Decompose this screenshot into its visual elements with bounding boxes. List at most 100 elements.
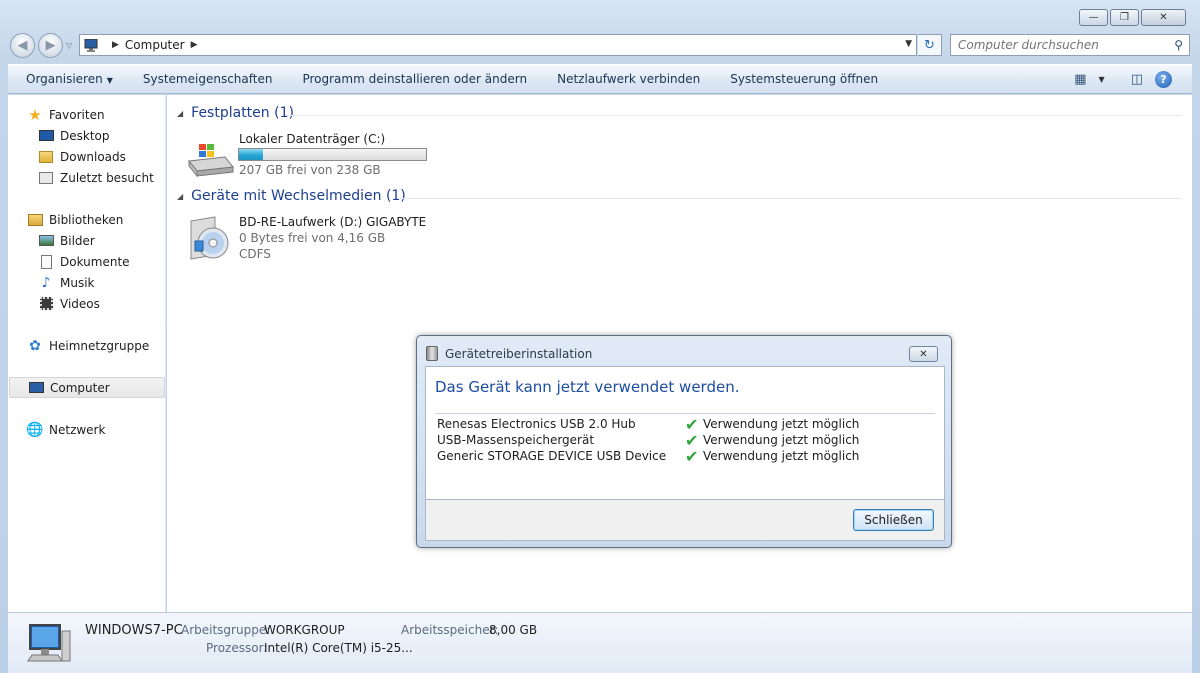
drive-c-usage-bar (238, 148, 427, 161)
sidebar-item-music[interactable]: ♪ Musik (38, 272, 95, 293)
group-header-hard-disks[interactable]: ◢ Festplatten (1) (177, 105, 294, 121)
sidebar-item-recent[interactable]: Zuletzt besucht (38, 167, 154, 188)
homegroup-icon: ✿ (29, 337, 41, 354)
back-arrow-icon: ◀ (17, 38, 28, 53)
breadcrumb-computer[interactable]: Computer (125, 38, 185, 52)
view-options-chevron-down-icon[interactable]: ▼ (1099, 75, 1105, 84)
sidebar-item-network[interactable]: 🌐 Netzwerk (26, 419, 106, 440)
computer-icon (84, 38, 98, 52)
dialog-title: Gerätetreiberinstallation (445, 347, 593, 361)
view-controls: ▦ ▼ ◫ ? (1074, 71, 1172, 88)
workgroup-value: WORKGROUP (264, 623, 345, 637)
driver-install-dialog: Gerätetreiberinstallation ✕ Das Gerät ka… (416, 335, 952, 548)
collapse-triangle-icon[interactable]: ◢ (177, 192, 183, 201)
address-dropdown-icon[interactable]: ▼ (905, 39, 912, 49)
organize-label: Organisieren (26, 72, 103, 86)
processor-value: Intel(R) Core(TM) i5-25... (264, 641, 413, 655)
workgroup-label: Arbeitsgruppe: (181, 623, 271, 637)
bd-drive-icon (190, 216, 229, 260)
forward-arrow-icon: ▶ (45, 38, 56, 53)
search-icon[interactable]: ⚲ (1174, 38, 1183, 52)
drive-c-free-space: 207 GB frei von 238 GB (239, 163, 381, 177)
chevron-down-icon: ▼ (106, 76, 113, 85)
film-strip-icon (38, 296, 54, 312)
maximize-button[interactable]: ❐ (1110, 9, 1139, 26)
back-button[interactable]: ◀ (10, 33, 35, 58)
group-header-removable[interactable]: ◢ Geräte mit Wechselmedien (1) (177, 188, 406, 204)
recent-places-icon (38, 170, 54, 186)
sidebar-item-downloads[interactable]: Downloads (38, 146, 126, 167)
computer-large-icon (27, 624, 71, 662)
sidebar-item-homegroup[interactable]: ✿ Heimnetzgruppe (27, 335, 149, 356)
sidebar-item-label: Bilder (60, 233, 95, 248)
sidebar-item-label: Heimnetzgruppe (49, 338, 150, 353)
close-window-button[interactable]: ✕ (1141, 9, 1186, 26)
organize-button[interactable]: Organisieren ▼ (26, 72, 113, 86)
drive-c-usage-fill (239, 149, 264, 160)
computer-icon (28, 380, 44, 396)
caption-buttons: — ❐ ✕ (1079, 9, 1186, 26)
navigation-pane: ★ Favoriten Desktop Downloads Zuletzt be… (8, 95, 166, 612)
sidebar-item-desktop[interactable]: Desktop (38, 125, 110, 146)
forward-button[interactable]: ▶ (38, 33, 63, 58)
sidebar-item-label: Netzwerk (49, 422, 106, 437)
group-divider (287, 115, 1182, 116)
close-icon: ✕ (1159, 12, 1168, 23)
pictures-icon (38, 233, 54, 249)
sidebar-item-pictures[interactable]: Bilder (38, 230, 95, 251)
desktop-icon (38, 128, 54, 144)
dialog-footer: Schließen (425, 500, 945, 541)
explorer-window: — ❐ ✕ ◀ ▶ ▽ ▶ Computer ▶ ▼ ↻ ⚲ Organisie… (0, 0, 1200, 673)
network-globe-icon: 🌐 (26, 421, 44, 438)
sidebar-item-documents[interactable]: Dokumente (38, 251, 130, 272)
breadcrumb-separator-icon[interactable]: ▶ (112, 40, 119, 50)
address-bar[interactable]: ▶ Computer ▶ ▼ (79, 34, 917, 56)
change-view-icon[interactable]: ▦ (1074, 72, 1086, 87)
minimize-icon: — (1088, 12, 1099, 23)
device-status: Verwendung jetzt möglich (703, 449, 860, 463)
system-properties-button[interactable]: Systemeigenschaften (143, 72, 273, 86)
search-box[interactable]: ⚲ (950, 34, 1190, 56)
sidebar-item-label: Computer (50, 380, 110, 395)
documents-icon (38, 254, 54, 270)
group-header-label: Festplatten (1) (191, 105, 294, 121)
sidebar-item-label: Videos (60, 296, 100, 311)
uninstall-program-button[interactable]: Programm deinstallieren oder ändern (302, 72, 527, 86)
pc-name: WINDOWS7-PC (85, 623, 183, 638)
refresh-icon: ↻ (924, 37, 935, 53)
sidebar-item-favorites[interactable]: ★ Favoriten (27, 104, 104, 125)
group-header-label: Geräte mit Wechselmedien (1) (191, 188, 406, 204)
dialog-body: Das Gerät kann jetzt verwendet werden. R… (425, 366, 945, 500)
memory-label: Arbeitsspeicher: (401, 623, 499, 637)
dialog-divider (435, 413, 935, 414)
breadcrumb-separator-icon[interactable]: ▶ (191, 40, 198, 50)
checkmark-icon: ✔ (685, 447, 699, 466)
help-icon[interactable]: ? (1155, 71, 1172, 88)
preview-pane-icon[interactable]: ◫ (1131, 72, 1143, 87)
usb-device-icon (426, 346, 438, 361)
sidebar-item-libraries[interactable]: Bibliotheken (27, 209, 123, 230)
device-status: Verwendung jetzt möglich (703, 417, 860, 431)
device-name: Generic STORAGE DEVICE USB Device (437, 449, 667, 463)
minimize-button[interactable]: — (1079, 9, 1108, 26)
sidebar-item-label: Zuletzt besucht (60, 170, 154, 185)
dialog-heading: Das Gerät kann jetzt verwendet werden. (435, 378, 740, 396)
map-network-drive-button[interactable]: Netzlaufwerk verbinden (557, 72, 700, 86)
sidebar-item-computer[interactable]: Computer (9, 377, 165, 398)
device-name: Renesas Electronics USB 2.0 Hub (437, 417, 636, 431)
refresh-button[interactable]: ↻ (918, 34, 942, 56)
sidebar-item-videos[interactable]: Videos (38, 293, 100, 314)
recent-pages-dropdown[interactable]: ▽ (66, 41, 72, 50)
device-row: Generic STORAGE DEVICE USB Device ✔ Verw… (437, 447, 937, 466)
close-dialog-button[interactable]: Schließen (853, 509, 934, 531)
sidebar-item-label: Musik (60, 275, 95, 290)
close-icon: ✕ (919, 348, 928, 360)
open-control-panel-button[interactable]: Systemsteuerung öffnen (730, 72, 878, 86)
drive-d-name: BD-RE-Laufwerk (D:) GIGABYTE (239, 215, 427, 229)
collapse-triangle-icon[interactable]: ◢ (177, 109, 183, 118)
drive-c-name: Lokaler Datenträger (C:) (239, 132, 386, 146)
search-input[interactable] (958, 38, 1163, 52)
hard-drive-icon (188, 144, 234, 178)
dialog-close-button[interactable]: ✕ (909, 346, 938, 362)
memory-value: 8,00 GB (489, 623, 538, 637)
